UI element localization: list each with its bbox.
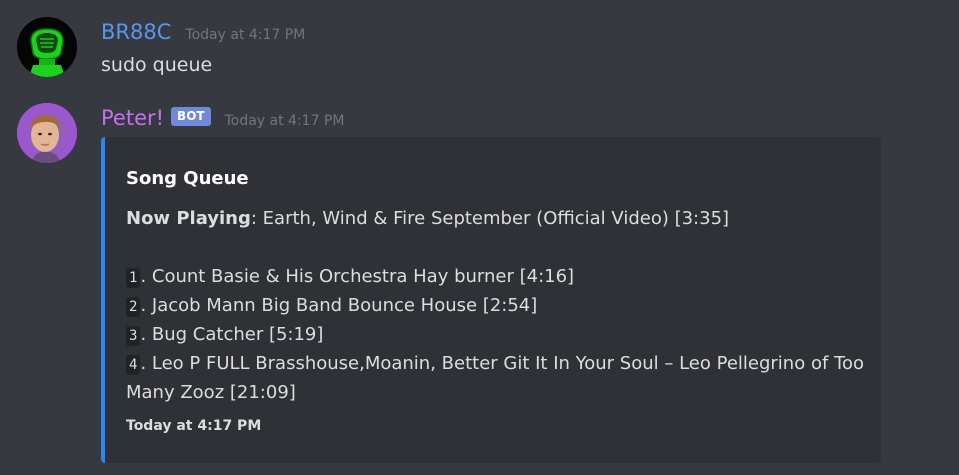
avatar[interactable] — [17, 103, 77, 163]
bot-badge: BOT — [171, 107, 211, 126]
embed: Song Queue Now Playing: Earth, Wind & Fi… — [101, 137, 881, 463]
message-header: BR88C Today at 4:17 PM — [101, 20, 305, 44]
queue-text: . Bug Catcher [5:19] — [140, 324, 324, 345]
list-item: 3. Bug Catcher [5:19] — [126, 320, 866, 349]
now-playing-value: : Earth, Wind & Fire September (Official… — [250, 208, 730, 229]
photo-avatar-icon — [17, 103, 77, 163]
queue-text: . Leo P FULL Brasshouse,Moanin, Better G… — [126, 353, 864, 403]
list-item: 1. Count Basie & His Orchestra Hay burne… — [126, 262, 866, 291]
embed-title: Song Queue — [126, 168, 249, 189]
timestamp[interactable]: Today at 4:17 PM — [225, 113, 345, 129]
now-playing-label: Now Playing — [126, 208, 251, 229]
queue-text: . Count Basie & His Orchestra Hay burner… — [140, 266, 575, 287]
username[interactable]: Peter! — [101, 106, 164, 130]
message-text: sudo queue — [101, 54, 213, 76]
message-header: Peter! BOT Today at 4:17 PM — [101, 106, 344, 131]
list-item: 4. Leo P FULL Brasshouse,Moanin, Better … — [126, 349, 866, 407]
username[interactable]: BR88C — [101, 20, 171, 44]
green-robot-avatar-icon — [17, 17, 77, 77]
now-playing: Now Playing: Earth, Wind & Fire Septembe… — [126, 208, 729, 229]
avatar[interactable] — [17, 17, 77, 77]
timestamp[interactable]: Today at 4:17 PM — [185, 27, 305, 43]
queue-text: . Jacob Mann Big Band Bounce House [2:54… — [140, 295, 538, 316]
queue-number: 1 — [126, 268, 141, 288]
list-item: 2. Jacob Mann Big Band Bounce House [2:5… — [126, 291, 866, 320]
embed-footer: Today at 4:17 PM — [126, 418, 262, 434]
queue-number: 4 — [126, 355, 141, 375]
queue-number: 3 — [126, 326, 141, 346]
queue-list: 1. Count Basie & His Orchestra Hay burne… — [126, 262, 866, 407]
queue-number: 2 — [126, 297, 141, 317]
chat-messages: BR88C Today at 4:17 PM sudo queue Peter!… — [0, 0, 959, 475]
